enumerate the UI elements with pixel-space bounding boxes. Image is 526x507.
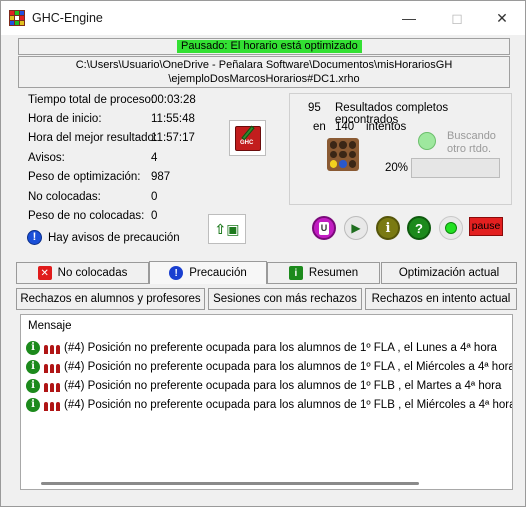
smiley-icon [418,132,436,150]
search-progress-bar [411,158,500,178]
app-window: GHC-Engine — ◻ ✕ Pausado: El horario est… [0,0,526,507]
results-count: 95 [308,102,321,114]
question-icon: ? [415,220,423,236]
export-icon: ⇧▣ [214,220,240,237]
tab-label: No colocadas [57,267,128,279]
stat-warnings-value: 4 [151,152,158,164]
tab-precaucion[interactable]: ! Precaución [149,261,267,284]
status-light [439,216,463,240]
green-light-icon [445,222,457,234]
horizontal-scrollbar[interactable] [21,478,512,489]
tab-resumen[interactable]: i Resumen [267,262,380,284]
window-title: GHC-Engine [32,11,103,25]
students-icon [44,361,60,373]
results-attempts: 140 [335,121,355,133]
subtab-rechazos-alumnos-profesores[interactable]: Rechazos en alumnos y profesores [16,288,205,310]
info-icon: i [26,398,40,412]
subtab-rechazos-intento-actual[interactable]: Rechazos en intento actual [365,288,517,310]
exclamation-icon: ! [169,266,184,280]
warning-notice: ! Hay avisos de precaución [27,230,180,245]
stat-unplaced-weight-value: 0 [151,210,158,222]
stat-unplaced-weight-label: Peso de no colocadas: [28,210,145,222]
title-bar: GHC-Engine — ◻ ✕ [1,1,525,35]
tab-optimizacion-actual[interactable]: Optimización actual [381,262,517,284]
students-icon [44,380,60,392]
stat-unplaced-label: No colocadas: [28,191,101,203]
list-item[interactable]: i (#4) Posición no preferente ocupada pa… [26,358,513,376]
results-in-label: en [313,121,326,133]
message-text: (#4) Posición no preferente ocupada para… [64,361,513,373]
students-icon [44,399,60,411]
tab-label: Precaución [189,267,247,279]
file-path-line-2: \ejemploDosMarcosHorarios#DC1.xrho [168,73,360,85]
stat-optimization-weight-label: Peso de optimización: [28,171,141,183]
stat-start-time-value: 11:55:48 [151,113,195,125]
file-path-box: C:\Users\Usuario\OneDrive - Peñalara Sof… [18,56,510,88]
students-icon [44,342,60,354]
message-text: (#4) Posición no preferente ocupada para… [64,380,502,392]
stat-optimization-weight-value: 987 [151,171,171,183]
message-text: (#4) Posición no preferente ocupada para… [64,399,513,411]
pause-button[interactable]: pause [469,217,503,236]
info-icon: i [288,266,303,280]
status-bar: Pausado: El horario está optimizado [18,38,510,55]
message-text: (#4) Posición no preferente ocupada para… [64,342,497,354]
stat-best-time-value: 11:57:17 [151,132,195,144]
info-icon: i [26,360,40,374]
stat-total-time-value: 00:03:28 [151,94,196,106]
warning-text: Hay avisos de precaución [48,231,180,244]
file-path-line-1: C:\Users\Usuario\OneDrive - Peñalara Sof… [75,59,453,71]
subtab-sesiones-mas-rechazos[interactable]: Sesiones con más rechazos [208,288,362,310]
tab-no-colocadas[interactable]: ✕ No colocadas [16,262,149,284]
exclamation-icon: ! [27,230,42,245]
progress-percent: 20% [385,162,409,174]
searching-label: Buscando otro rtdo. [447,130,496,155]
stat-start-time-label: Hora de inicio: [28,113,102,125]
minimize-button[interactable]: — [386,1,432,35]
sound-button[interactable]: ▶ [344,216,368,240]
status-badge: Pausado: El horario está optimizado [177,40,362,53]
maximize-button[interactable]: ◻ [434,1,480,35]
message-list[interactable]: Mensaje i (#4) Posición no preferente oc… [20,314,513,490]
unlock-button[interactable]: U [312,216,336,240]
close-icon: ✕ [37,266,52,280]
app-logo-icon [9,10,25,26]
tab-label: Resumen [308,267,359,279]
scrollbar-thumb[interactable] [41,482,419,485]
info-icon: i [26,341,40,355]
stat-best-time-label: Hora del mejor resultado: [28,132,158,144]
info-icon: i [385,220,391,236]
timetable-cube-icon [327,138,359,171]
list-item[interactable]: i (#4) Posición no preferente ocupada pa… [26,377,501,395]
ghc-edit-button[interactable]: GHC [229,120,266,156]
speaker-icon: ▶ [351,221,361,235]
tab-label: Optimización actual [398,267,500,279]
unlock-icon: U [319,221,329,235]
results-count-label: Resultados completos encontrados [335,102,449,126]
stat-unplaced-value: 0 [151,191,158,203]
info-icon: i [26,379,40,393]
list-item[interactable]: i (#4) Posición no preferente ocupada pa… [26,339,497,357]
help-button[interactable]: ? [407,216,431,240]
info-button[interactable]: i [376,216,400,240]
message-column-header: Mensaje [28,320,72,332]
list-item[interactable]: i (#4) Posición no preferente ocupada pa… [26,396,513,414]
results-panel: 95 Resultados completos encontrados en 1… [289,93,512,205]
export-button[interactable]: ⇧▣ [208,214,246,244]
results-attempts-label: intentos [366,121,407,133]
stat-warnings-label: Avisos: [28,152,65,164]
close-window-button[interactable]: ✕ [479,1,525,35]
stat-total-time-label: Tiempo total de proceso: [28,94,155,106]
